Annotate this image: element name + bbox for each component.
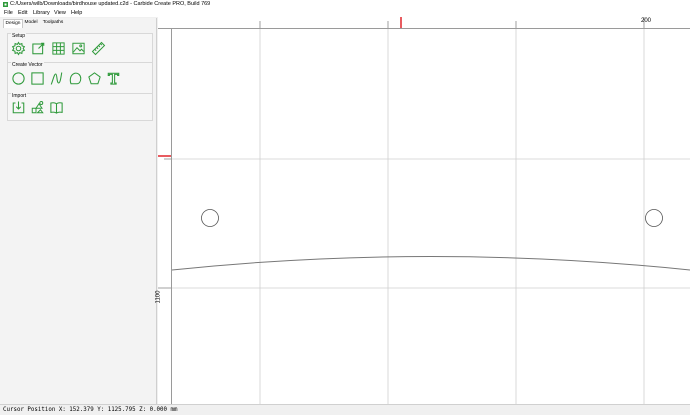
create-vector-section: Create Vector: [7, 62, 153, 94]
grid-lines: [172, 29, 690, 404]
menu-help[interactable]: Help: [71, 9, 82, 17]
curve-tool[interactable]: [49, 71, 64, 86]
import-section: Import: [7, 93, 153, 121]
hole-circle-left[interactable]: [201, 209, 219, 227]
menu-library[interactable]: Library: [33, 9, 50, 17]
horizontal-ruler: 200: [158, 17, 690, 29]
vertical-ruler-label: 1100: [155, 290, 162, 304]
create-vector-label: Create Vector: [11, 62, 44, 69]
tab-toolpaths[interactable]: Toolpaths: [41, 19, 65, 27]
import-label: Import: [11, 93, 28, 100]
ruler-icon: [91, 41, 106, 56]
import-shapes-button[interactable]: [30, 100, 45, 115]
edit-stock-icon: [32, 42, 45, 55]
curve-icon: [50, 72, 63, 85]
circle-icon: [12, 72, 25, 85]
import-file-icon: [12, 101, 25, 114]
carbide-app-icon: [3, 2, 8, 7]
menu-file[interactable]: File: [4, 9, 13, 17]
rectangle-tool[interactable]: [30, 71, 45, 86]
job-setup-button[interactable]: [11, 41, 26, 56]
design-canvas[interactable]: 200 1100: [155, 17, 690, 404]
circle-tool[interactable]: [11, 71, 26, 86]
horizontal-ruler-label: 200: [641, 18, 652, 24]
window-title: C:/Users/wilb/Downloads/birdhouse update…: [10, 1, 211, 7]
pentagon-tool[interactable]: [87, 71, 102, 86]
edit-stock-button[interactable]: [31, 41, 46, 56]
measure-button[interactable]: [91, 41, 106, 56]
pentagon-icon: [88, 72, 101, 85]
menu-edit[interactable]: Edit: [18, 9, 27, 17]
gear-icon: [11, 41, 26, 56]
text-tool[interactable]: [106, 71, 121, 86]
image-button[interactable]: [71, 41, 86, 56]
title-bar: C:/Users/wilb/Downloads/birdhouse update…: [0, 0, 690, 9]
book-icon: [50, 102, 63, 114]
tab-design[interactable]: Design: [3, 19, 23, 28]
import-file-button[interactable]: [11, 100, 26, 115]
library-button[interactable]: [49, 100, 64, 115]
setup-label: Setup: [11, 33, 27, 40]
tab-model[interactable]: Model: [23, 19, 39, 27]
hole-circle-right[interactable]: [645, 209, 663, 227]
polygon-tool[interactable]: [68, 71, 83, 86]
text-icon: [107, 72, 120, 85]
canvas-drawing: [158, 17, 690, 404]
setup-section: Setup: [7, 33, 153, 63]
menu-view[interactable]: View: [54, 9, 66, 17]
grid-icon: [52, 42, 65, 55]
grid-button[interactable]: [51, 41, 66, 56]
status-bar: Cursor Position X: 152.379 Y: 1125.795 Z…: [0, 404, 690, 415]
polygon-icon: [69, 72, 82, 85]
roof-arc[interactable]: [171, 256, 690, 271]
ruler-ticks: [158, 17, 645, 289]
image-icon: [72, 42, 85, 55]
menu-bar: File Edit Library View Help: [0, 9, 690, 17]
vertical-ruler: 1100: [155, 28, 172, 404]
left-panel: Design Model Toolpaths Setup Create Vect…: [0, 18, 157, 404]
rectangle-icon: [31, 72, 44, 85]
shapes-icon: [31, 101, 44, 114]
